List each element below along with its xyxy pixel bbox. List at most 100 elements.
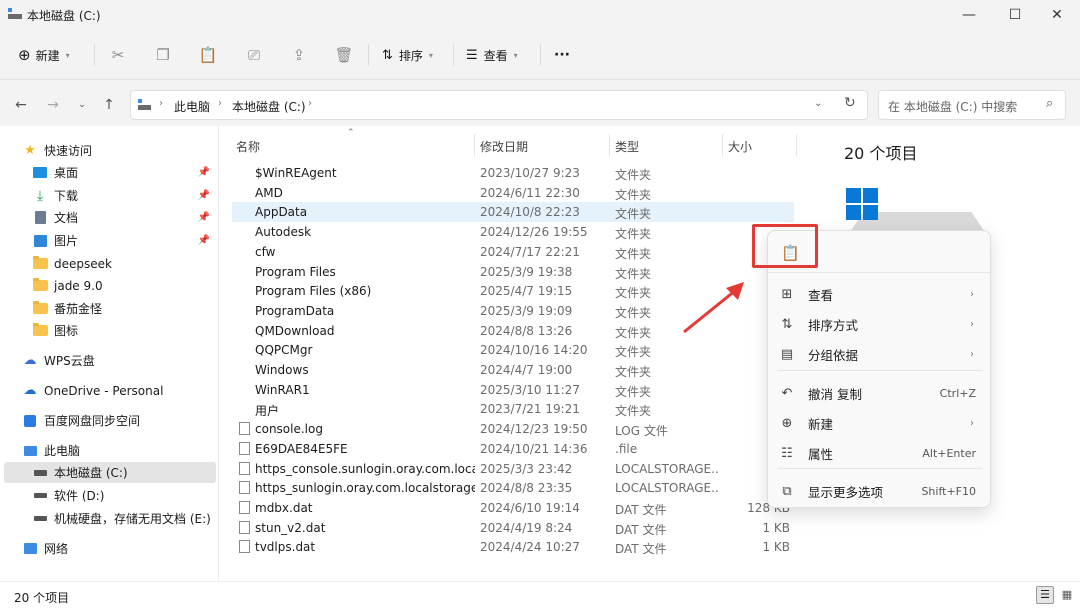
- rename-icon[interactable]: ⎚: [243, 44, 265, 66]
- table-row[interactable]: mdbx.dat 2024/6/10 19:14 DAT 文件 128 KB: [232, 498, 794, 518]
- sidebar-item-label: OneDrive - Personal: [44, 383, 164, 398]
- new-button[interactable]: ⊕ 新建 ▾: [18, 44, 70, 66]
- sidebar-item-baidu[interactable]: 百度网盘同步空间: [4, 410, 216, 431]
- file-date: 2024/4/24 10:27: [480, 540, 580, 555]
- paste-icon[interactable]: 📋: [197, 44, 219, 66]
- file-name: console.log: [255, 422, 323, 437]
- back-arrow-icon[interactable]: ←: [10, 94, 32, 116]
- table-row[interactable]: https_console.sunlogin.oray.com.loca... 2…: [232, 459, 794, 479]
- file-date: 2024/10/16 14:20: [480, 343, 588, 358]
- sidebar-item-onedrive[interactable]: ☁ OneDrive - Personal: [4, 380, 216, 401]
- cut-icon[interactable]: ✂: [107, 44, 129, 66]
- close-button[interactable]: ✕: [1034, 0, 1080, 30]
- table-row[interactable]: Autodesk 2024/12/26 19:55 文件夹: [232, 222, 794, 242]
- sidebar-item-drive-c[interactable]: 本地磁盘 (C:): [4, 462, 216, 483]
- column-divider[interactable]: [796, 134, 797, 156]
- plus-icon: ⊕: [781, 415, 793, 431]
- window-title: 本地磁盘 (C:): [27, 9, 101, 23]
- column-divider[interactable]: [474, 134, 475, 156]
- sidebar-item-deepseek[interactable]: deepseek: [4, 253, 216, 274]
- sidebar-item-wps[interactable]: ☁ WPS云盘: [4, 350, 216, 371]
- sidebar-item-documents[interactable]: 文档 📌: [4, 207, 216, 228]
- sidebar-item-label: WPS云盘: [44, 354, 95, 368]
- context-menu-item[interactable]: ⧉ 显示更多选项 Shift+F10: [778, 478, 982, 504]
- sidebar-item-label: 本地磁盘 (C:): [54, 466, 128, 480]
- pc-icon: [138, 99, 151, 110]
- sidebar-item-pictures[interactable]: 图片 📌: [4, 230, 216, 251]
- file-name: https_console.sunlogin.oray.com.loca...: [255, 461, 475, 476]
- view-button[interactable]: ☰ 查看 ▾: [466, 44, 518, 66]
- file-type: .file: [615, 441, 638, 456]
- table-row[interactable]: cfw 2024/7/17 22:21 文件夹: [232, 242, 794, 262]
- sort-button[interactable]: ⇅ 排序 ▾: [382, 44, 433, 66]
- forward-arrow-icon[interactable]: →: [42, 94, 64, 116]
- copy-icon[interactable]: ❐: [152, 44, 174, 66]
- table-row[interactable]: 用户 2023/7/21 19:21 文件夹: [232, 399, 794, 419]
- context-menu-label: 新建: [808, 416, 834, 432]
- more-options-icon: ⧉: [782, 483, 792, 499]
- file-date: 2025/4/7 19:15: [480, 284, 573, 299]
- sidebar-item-icons[interactable]: 图标: [4, 320, 216, 341]
- column-header-name[interactable]: 名称: [236, 138, 260, 155]
- delete-icon[interactable]: 🗑: [333, 44, 355, 66]
- refresh-icon[interactable]: ↻: [844, 95, 856, 111]
- share-icon[interactable]: ⇪: [288, 44, 310, 66]
- breadcrumb-this-pc[interactable]: 此电脑: [174, 98, 210, 115]
- sidebar-item-downloads[interactable]: ⤓ 下载 📌: [4, 185, 216, 206]
- sidebar-item-fanqie[interactable]: 番茄金怪: [4, 298, 216, 319]
- up-arrow-icon[interactable]: ↑: [98, 94, 120, 116]
- table-row[interactable]: E69DAE84E5FE 2024/10/21 14:36 .file: [232, 439, 794, 459]
- quick-access[interactable]: ★ 快速访问: [4, 140, 216, 161]
- table-row[interactable]: tvdlps.dat 2024/4/24 10:27 DAT 文件 1 KB: [232, 537, 794, 557]
- more-button[interactable]: ···: [554, 44, 570, 66]
- sidebar-item-jade[interactable]: jade 9.0: [4, 275, 216, 296]
- column-divider[interactable]: [609, 134, 610, 156]
- address-history-chevron-icon[interactable]: ⌄: [814, 98, 822, 109]
- breadcrumb-drive-c[interactable]: 本地磁盘 (C:): [232, 98, 306, 115]
- drive-icon: [32, 512, 48, 526]
- context-menu-item[interactable]: ☷ 属性 Alt+Enter: [778, 440, 982, 466]
- details-item-count: 20 个项目: [844, 144, 918, 163]
- maximize-button[interactable]: ☐: [992, 0, 1038, 30]
- table-row[interactable]: AppData 2024/10/8 22:23 文件夹: [232, 202, 794, 223]
- file-size: 1 KB: [762, 540, 790, 555]
- table-row[interactable]: QQPCMgr 2024/10/16 14:20 文件夹: [232, 340, 794, 360]
- recent-chevron-icon[interactable]: ⌄: [71, 94, 93, 116]
- sidebar-item-label: deepseek: [54, 256, 112, 271]
- toolbar-divider: [94, 44, 95, 66]
- chevron-down-icon: ▾: [513, 50, 518, 60]
- status-bar: [0, 581, 1080, 608]
- context-menu-item[interactable]: ⊞ 查看 ›: [778, 281, 982, 307]
- table-row[interactable]: WinRAR1 2025/3/10 11:27 文件夹: [232, 380, 794, 400]
- sidebar-item-network[interactable]: 网络: [4, 538, 216, 559]
- details-view-icon[interactable]: ☰: [1036, 586, 1054, 604]
- sidebar-item-drive-e[interactable]: 机械硬盘，存储无用文档 (E:): [4, 508, 216, 529]
- table-row[interactable]: AMD 2024/6/11 22:30 文件夹: [232, 183, 794, 203]
- column-header-size[interactable]: 大小: [728, 138, 752, 155]
- tiles-view-icon[interactable]: ▦: [1058, 586, 1076, 604]
- plus-icon: ⊕: [18, 46, 31, 64]
- drive-icon: [32, 489, 48, 503]
- context-menu-item[interactable]: ▤ 分组依据 ›: [778, 341, 982, 367]
- table-row[interactable]: console.log2024/12/23 19:50LOG 文件2: [232, 419, 794, 439]
- file-date: 2025/3/9 19:38: [480, 264, 573, 279]
- context-menu-item[interactable]: ⊕ 新建 ›: [778, 410, 982, 436]
- sidebar-item-label: jade 9.0: [54, 278, 103, 293]
- table-row[interactable]: Windows 2024/4/7 19:00 文件夹: [232, 360, 794, 380]
- table-row[interactable]: $WinREAgent 2023/10/27 9:23 文件夹: [232, 163, 794, 183]
- sidebar-item-drive-d[interactable]: 软件 (D:): [4, 485, 216, 506]
- file-name: mdbx.dat: [255, 500, 313, 515]
- column-header-date[interactable]: 修改日期: [480, 138, 528, 155]
- sidebar-item-this-pc[interactable]: 此电脑: [4, 440, 216, 461]
- context-menu-item[interactable]: ↶ 撤消 复制 Ctrl+Z: [778, 380, 982, 406]
- column-header-type[interactable]: 类型: [615, 138, 639, 155]
- context-menu-item[interactable]: ⇅ 排序方式 ›: [778, 311, 982, 337]
- file-size: 1 KB: [762, 520, 790, 535]
- column-divider[interactable]: [722, 134, 723, 156]
- sidebar-item-desktop[interactable]: 桌面 📌: [4, 162, 216, 183]
- minimize-button[interactable]: —: [946, 0, 992, 30]
- folder-icon: [32, 301, 48, 316]
- table-row[interactable]: stun_v2.dat 2024/4/19 8:24 DAT 文件 1 KB: [232, 518, 794, 538]
- table-row[interactable]: https_sunlogin.oray.com.localstorage 2024…: [232, 478, 794, 498]
- file-date: 2024/10/21 14:36: [480, 441, 588, 456]
